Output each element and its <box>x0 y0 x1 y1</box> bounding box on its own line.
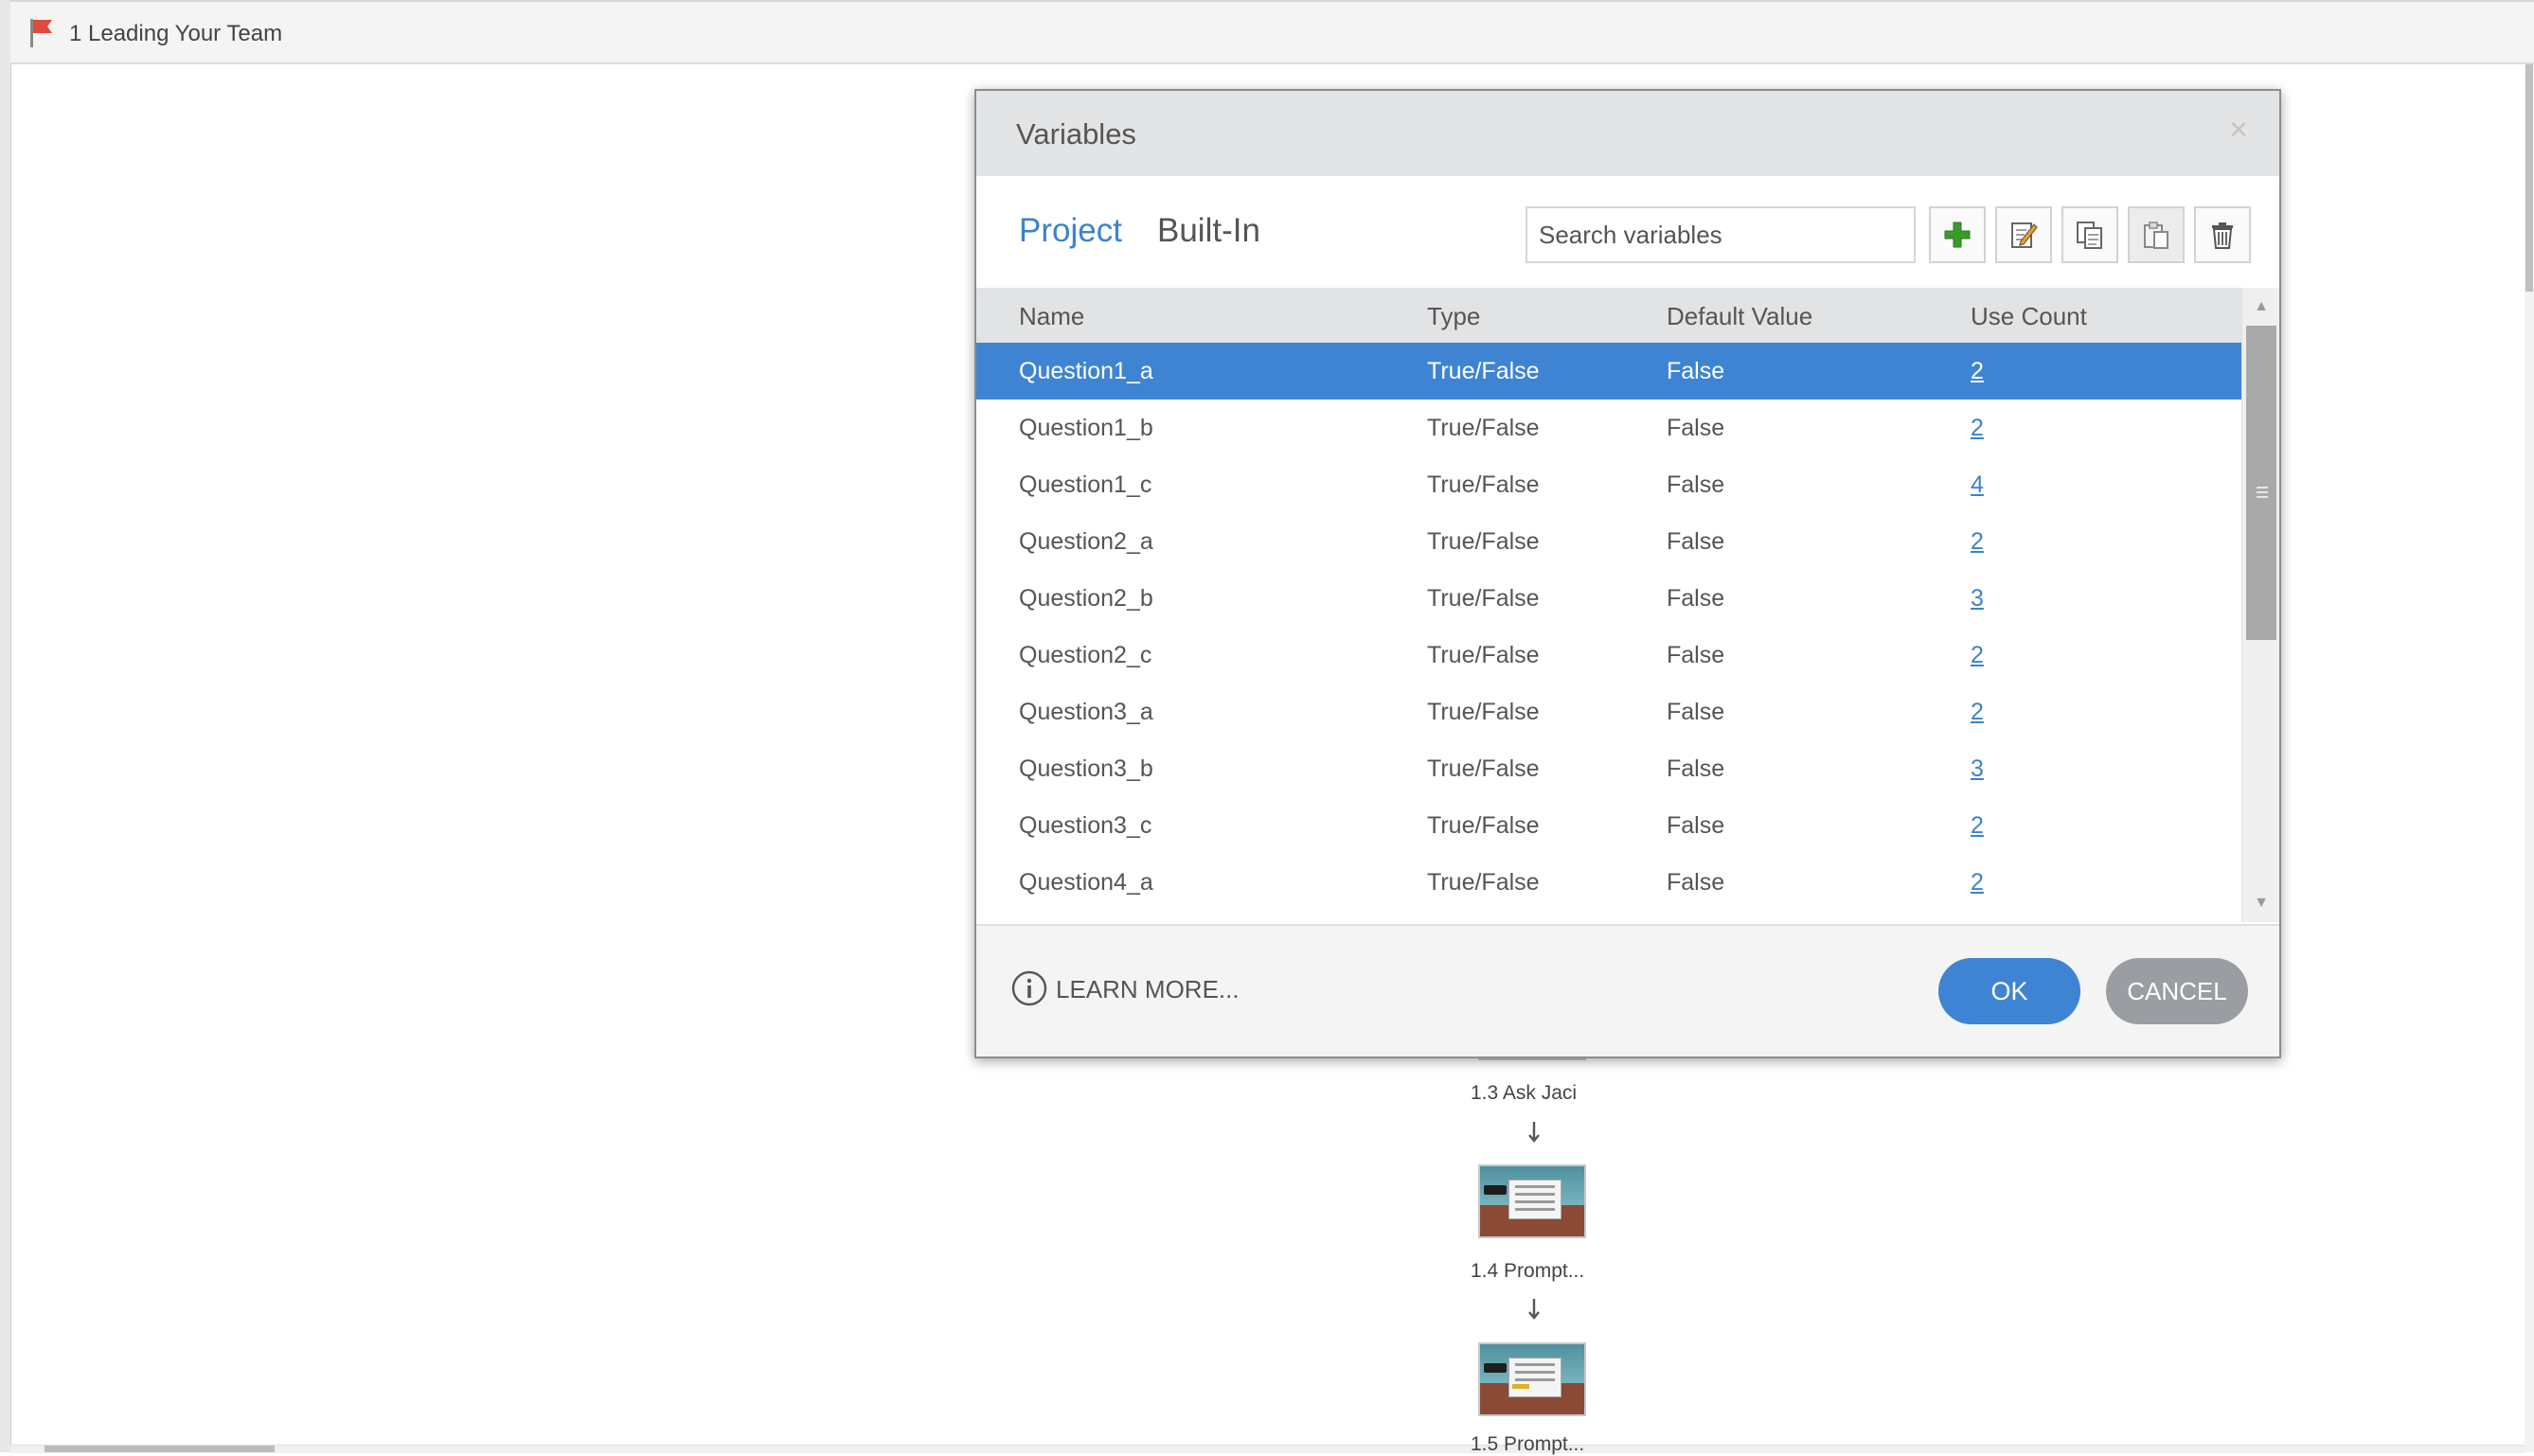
cell-type: True/False <box>1427 471 1540 498</box>
paste-icon <box>2144 222 2168 249</box>
arrow-down-icon <box>1525 1120 1544 1145</box>
scene-header: 1 Leading Your Team <box>10 2 2534 64</box>
table-row[interactable]: Question3_a True/False False 2 <box>976 684 2241 740</box>
cell-type: True/False <box>1427 755 1540 782</box>
variables-table: Name Type Default Value Use Count Questi… <box>976 288 2279 922</box>
table-row[interactable]: Question2_c True/False False 2 <box>976 627 2241 684</box>
cell-name: Question2_b <box>1019 585 1153 612</box>
table-row[interactable]: Question2_a True/False False 2 <box>976 513 2241 570</box>
ok-button[interactable]: OK <box>1938 958 2080 1024</box>
cell-use-count[interactable]: 2 <box>1971 812 1984 840</box>
cell-name: Question3_c <box>1019 812 1152 839</box>
slide-thumbnail-1-4[interactable] <box>1478 1164 1586 1238</box>
copy-icon <box>2077 222 2102 249</box>
canvas-vertical-scroll-thumb[interactable] <box>2525 64 2533 292</box>
cell-use-count[interactable]: 2 <box>1971 699 1984 726</box>
cell-default-value: False <box>1667 699 1725 725</box>
scene-title[interactable]: 1 Leading Your Team <box>69 21 282 47</box>
cell-default-value: False <box>1667 642 1725 668</box>
cell-type: True/False <box>1427 642 1540 668</box>
dialog-footer: LEARN MORE... OK CANCEL <box>976 924 2279 1056</box>
cell-type: True/False <box>1427 812 1540 839</box>
edit-variable-button[interactable] <box>1995 206 2052 263</box>
left-panel-edge <box>0 0 11 1452</box>
slide-label-1-4: 1.4 Prompt... <box>1471 1260 1585 1282</box>
table-scroll-thumb[interactable] <box>2246 326 2276 640</box>
cell-default-value: False <box>1667 471 1725 498</box>
cell-use-count[interactable]: 4 <box>1971 471 1984 499</box>
cell-name: Question2_c <box>1019 642 1152 668</box>
slide-thumbnail-1-5[interactable] <box>1478 1342 1586 1416</box>
scroll-down-icon[interactable]: ▼ <box>2242 884 2279 922</box>
cell-default-value: False <box>1667 812 1725 839</box>
cell-default-value: False <box>1667 528 1725 555</box>
flag-icon <box>27 17 56 49</box>
table-row[interactable]: Question2_b True/False False 3 <box>976 570 2241 627</box>
cancel-button[interactable]: CANCEL <box>2106 958 2248 1024</box>
cell-type: True/False <box>1427 699 1540 725</box>
cell-default-value: False <box>1667 869 1725 896</box>
table-row[interactable]: Question1_a True/False False 2 <box>976 343 2241 400</box>
trash-icon <box>2212 222 2233 249</box>
cell-default-value: False <box>1667 755 1725 782</box>
scroll-up-icon[interactable]: ▲ <box>2242 288 2279 326</box>
cell-name: Question3_b <box>1019 755 1153 782</box>
column-header-use-count[interactable]: Use Count <box>1971 302 2087 331</box>
cell-use-count[interactable]: 2 <box>1971 869 1984 897</box>
cell-use-count[interactable]: 2 <box>1971 528 1984 556</box>
cell-name: Question4_a <box>1019 869 1153 896</box>
cell-type: True/False <box>1427 869 1540 896</box>
grip-icon <box>2257 487 2268 501</box>
table-header: Name Type Default Value Use Count <box>976 288 2241 343</box>
cell-use-count[interactable]: 2 <box>1971 358 1984 385</box>
slide-label-1-3: 1.3 Ask Jaci <box>1471 1082 1578 1104</box>
cell-type: True/False <box>1427 358 1540 384</box>
table-row[interactable]: Question4_a True/False False 2 <box>976 854 2241 911</box>
paste-variable-button[interactable] <box>2128 206 2185 263</box>
tab-built-in[interactable]: Built-In <box>1157 212 1260 250</box>
column-header-type[interactable]: Type <box>1427 302 1480 331</box>
cell-name: Question1_b <box>1019 415 1153 441</box>
cell-default-value: False <box>1667 415 1725 441</box>
search-variables-input[interactable] <box>1526 206 1916 263</box>
arrow-down-icon <box>1525 1297 1544 1322</box>
plus-icon <box>1944 222 1971 248</box>
info-icon <box>1010 969 1048 1007</box>
table-row[interactable]: Question3_c True/False False 2 <box>976 797 2241 854</box>
table-row[interactable]: Question1_c True/False False 4 <box>976 456 2241 513</box>
table-row[interactable]: Question1_b True/False False 2 <box>976 400 2241 456</box>
add-variable-button[interactable] <box>1929 206 1986 263</box>
delete-variable-button[interactable] <box>2194 206 2251 263</box>
cell-type: True/False <box>1427 585 1540 612</box>
copy-variable-button[interactable] <box>2061 206 2118 263</box>
cell-use-count[interactable]: 3 <box>1971 585 1984 613</box>
cell-type: True/False <box>1427 528 1540 555</box>
close-icon[interactable]: × <box>2222 114 2255 146</box>
cell-name: Question2_a <box>1019 528 1153 555</box>
cell-default-value: False <box>1667 358 1725 384</box>
slide-label-1-5: 1.5 Prompt... <box>1471 1433 1585 1455</box>
table-vertical-scrollbar[interactable]: ▲ ▼ <box>2241 288 2279 922</box>
cell-default-value: False <box>1667 585 1725 612</box>
column-header-name[interactable]: Name <box>1019 302 1084 331</box>
cell-use-count[interactable]: 2 <box>1971 642 1984 669</box>
tab-project[interactable]: Project <box>1019 212 1122 250</box>
cell-use-count[interactable]: 2 <box>1971 415 1984 442</box>
cell-name: Question1_a <box>1019 358 1153 384</box>
cell-name: Question3_a <box>1019 699 1153 725</box>
cell-use-count[interactable]: 3 <box>1971 755 1984 783</box>
cell-name: Question1_c <box>1019 471 1152 498</box>
dialog-titlebar[interactable]: Variables × <box>976 91 2279 176</box>
learn-more-link[interactable]: LEARN MORE... <box>1056 975 1240 1004</box>
canvas-horizontal-scroll-thumb[interactable] <box>45 1446 275 1452</box>
cell-type: True/False <box>1427 415 1540 441</box>
dialog-title: Variables <box>1016 117 1136 151</box>
edit-icon <box>2011 222 2038 248</box>
table-row[interactable]: Question3_b True/False False 3 <box>976 740 2241 797</box>
column-header-default-value[interactable]: Default Value <box>1667 302 1812 331</box>
variables-dialog: Variables × Project Built-In Search vari… <box>974 89 2281 1058</box>
